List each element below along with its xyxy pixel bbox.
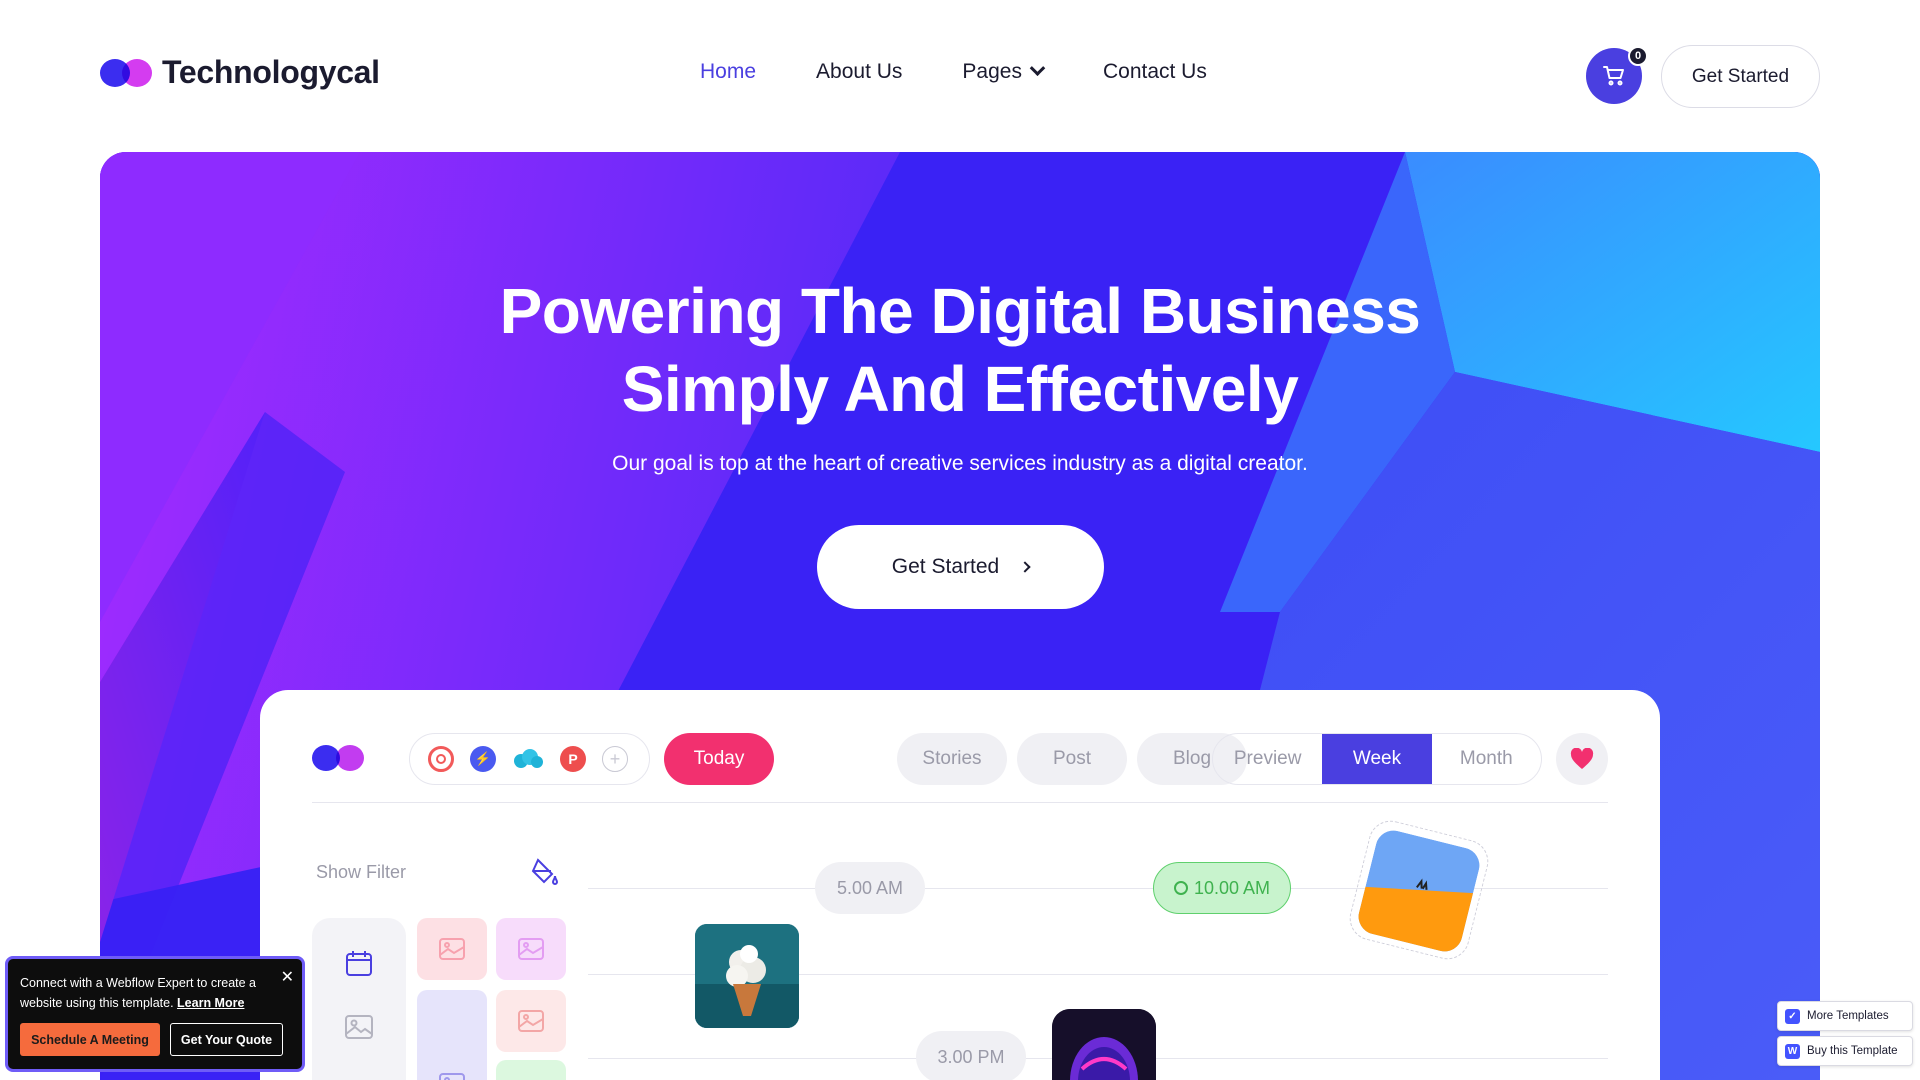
time-slot-3pm: 3.00 PM	[916, 1031, 1026, 1080]
tab-post[interactable]: Post	[1017, 733, 1127, 785]
hero-section: Powering The Digital Business Simply And…	[100, 152, 1820, 1080]
heart-icon	[1570, 748, 1594, 769]
brand-name: Technologycal	[162, 54, 380, 90]
view-switcher: Preview Week Month	[1212, 733, 1542, 785]
dashboard-sidebar	[312, 918, 406, 1080]
nav-item-home[interactable]: Home	[700, 60, 756, 84]
hero-cta-label: Get Started	[891, 555, 1000, 578]
image-icon	[518, 938, 544, 960]
neon-portrait-photo[interactable]	[1052, 1009, 1156, 1080]
image-icon	[518, 1010, 544, 1032]
close-icon[interactable]: ✕	[281, 967, 294, 987]
dashboard-logo-icon	[312, 745, 368, 771]
image-icon	[439, 1073, 465, 1080]
image-tile[interactable]	[496, 990, 566, 1052]
cart-icon	[1603, 66, 1624, 86]
neon-portrait-image	[1052, 1009, 1156, 1080]
popup-message: Connect with a Webflow Expert to create …	[20, 973, 290, 1013]
webflow-icon: W	[1785, 1043, 1800, 1059]
logo-icon	[100, 58, 154, 87]
image-icon[interactable]	[344, 1014, 374, 1040]
paint-bucket-icon[interactable]	[530, 856, 560, 886]
top-navigation: Technologycal Home About Us Pages Contac…	[0, 0, 1920, 152]
view-week[interactable]: Week	[1322, 734, 1432, 784]
image-icon	[439, 938, 465, 960]
chevron-right-icon	[1019, 561, 1031, 573]
bolt-icon[interactable]: ⚡	[470, 746, 496, 772]
ice-cream-photo[interactable]	[695, 924, 799, 1028]
view-month[interactable]: Month	[1432, 734, 1541, 784]
cart-count-badge: 0	[1628, 46, 1648, 66]
get-quote-button[interactable]: Get Your Quote	[170, 1023, 283, 1056]
hero-title-line1: Powering The Digital Business	[499, 275, 1421, 347]
buy-template-button[interactable]: W Buy this Template	[1777, 1036, 1913, 1066]
learn-more-link[interactable]: Learn More	[177, 996, 244, 1010]
nav-item-pages-label: Pages	[962, 60, 1022, 83]
buy-template-label: Buy this Template	[1807, 1045, 1898, 1057]
image-tile[interactable]	[496, 1060, 566, 1080]
brand-logo[interactable]: Technologycal	[100, 54, 380, 91]
checkbox-icon: ✓	[1785, 1008, 1800, 1024]
calendar-icon[interactable]	[344, 948, 374, 978]
more-templates-button[interactable]: ✓ More Templates	[1777, 1001, 1913, 1031]
chevron-down-icon	[1029, 59, 1046, 76]
view-preview[interactable]: Preview	[1213, 734, 1322, 784]
image-tile[interactable]	[417, 918, 487, 980]
hero-title-line2: Simply And Effectively	[621, 353, 1299, 425]
plus-icon[interactable]: +	[602, 746, 628, 772]
timer-icon	[1173, 881, 1188, 895]
tab-stories[interactable]: Stories	[897, 733, 1007, 785]
target-icon[interactable]	[428, 746, 454, 772]
show-filter-label[interactable]: Show Filter	[316, 862, 406, 883]
cloud-icon[interactable]	[512, 746, 544, 772]
image-tile[interactable]	[417, 990, 487, 1080]
time-slot-10am: 10.00 AM	[1153, 862, 1291, 914]
nav-get-started-button[interactable]: Get Started	[1661, 45, 1820, 108]
favorite-button[interactable]	[1556, 733, 1608, 785]
hero-subtitle: Our goal is top at the heart of creative…	[612, 452, 1308, 475]
dashboard-preview: ⚡ P + Today Stories Post Blog Preview We…	[260, 690, 1660, 1080]
ice-cream-image	[695, 924, 799, 1028]
schedule-meeting-button[interactable]: Schedule A Meeting	[20, 1023, 160, 1056]
today-button[interactable]: Today	[664, 733, 774, 785]
time-slot-10am-label: 10.00 AM	[1193, 877, 1271, 898]
time-slot-5am: 5.00 AM	[815, 862, 925, 914]
nav-item-contact[interactable]: Contact Us	[1103, 60, 1207, 84]
webflow-expert-popup: Connect with a Webflow Expert to create …	[5, 956, 305, 1072]
image-tile[interactable]	[496, 918, 566, 980]
app-icons-group: ⚡ P +	[409, 733, 650, 785]
hero-get-started-button[interactable]: Get Started	[817, 525, 1104, 609]
p-icon[interactable]: P	[560, 746, 586, 772]
main-menu: Home About Us Pages Contact Us	[700, 59, 1207, 84]
more-templates-label: More Templates	[1807, 1010, 1889, 1022]
cloud-shape	[514, 749, 543, 768]
nav-item-about[interactable]: About Us	[816, 60, 902, 84]
cart-button[interactable]: 0	[1586, 46, 1648, 104]
header-divider	[312, 802, 1608, 803]
hero-title: Powering The Digital Business Simply And…	[100, 272, 1820, 428]
nav-item-pages[interactable]: Pages	[962, 59, 1046, 84]
